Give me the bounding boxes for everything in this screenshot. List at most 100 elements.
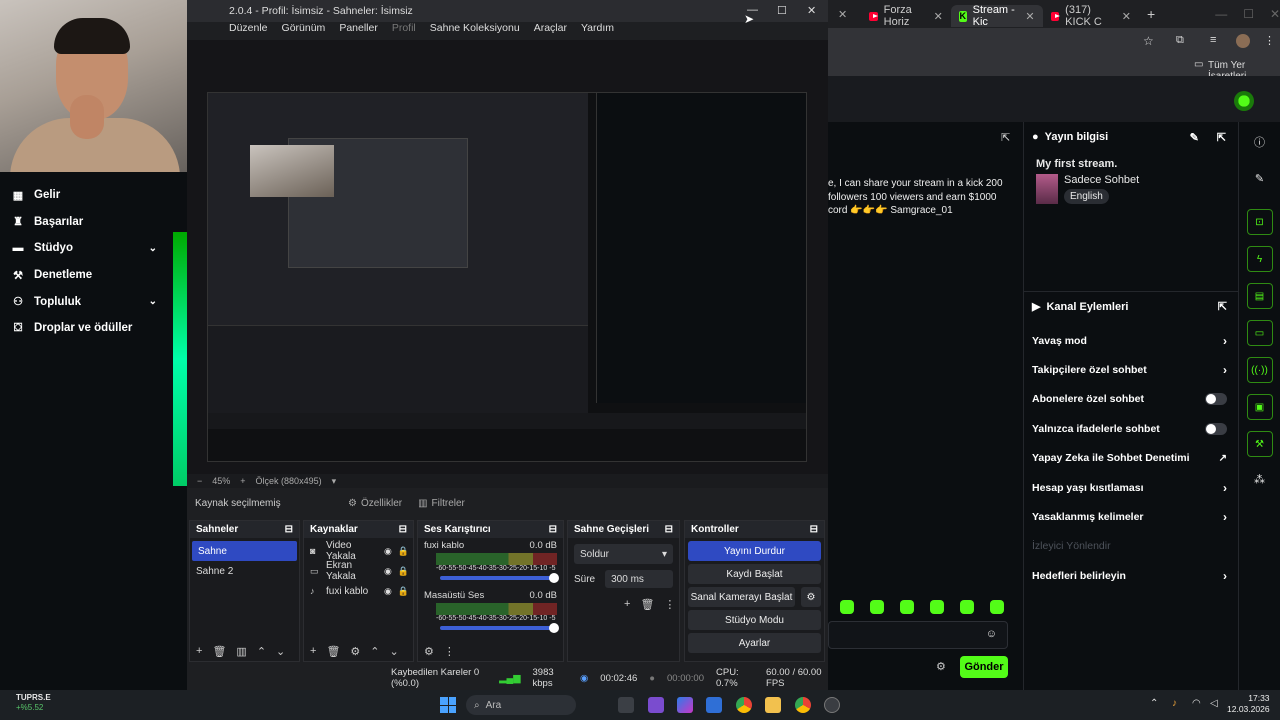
move-up-icon[interactable]: ⌃	[257, 645, 266, 658]
emoji-icon[interactable]: ☺	[986, 628, 997, 640]
close-icon[interactable]: ✕	[934, 10, 943, 23]
start-virtual-camera-button[interactable]: Sanal Kamerayı Başlat	[688, 587, 795, 607]
emote-icon[interactable]	[930, 600, 944, 614]
mod-tool-document-icon[interactable]: ▤	[1246, 283, 1273, 309]
emote-icon[interactable]	[960, 600, 974, 614]
extensions-icon[interactable]: ⧉	[1176, 34, 1184, 47]
tab-stream-kick[interactable]: K Stream - Kic ✕	[950, 4, 1043, 28]
menu-view[interactable]: Görünüm	[282, 22, 326, 40]
taskbar-clock[interactable]: 17:33 12.03.2026	[1227, 693, 1270, 715]
sidebar-item-moderation[interactable]: ⚒ Denetleme	[0, 262, 173, 289]
trash-icon[interactable]: 🗑	[326, 645, 340, 658]
chat-input[interactable]: ☺	[828, 621, 1008, 649]
action-account-age[interactable]: Hesap yaşı kısıtlaması ›	[1024, 473, 1239, 502]
action-set-goals[interactable]: Hedefleri belirleyin ›	[1024, 561, 1239, 590]
transition-select[interactable]: Soldur ▾	[574, 544, 673, 564]
zoom-out-icon[interactable]: −	[197, 476, 202, 486]
move-down-icon[interactable]: ⌄	[276, 645, 285, 658]
menu-profile[interactable]: Profil	[392, 22, 416, 40]
close-icon[interactable]: ✕	[807, 4, 816, 17]
app-icon[interactable]	[648, 697, 664, 713]
windows-start-icon[interactable]	[440, 697, 456, 713]
bookmark-star-icon[interactable]: ☆	[1143, 34, 1154, 48]
subscribers-only-toggle[interactable]	[1205, 393, 1227, 406]
menu-docks[interactable]: Paneller	[339, 22, 378, 40]
sidebar-item-studio[interactable]: ▬ Stüdyo ⌄	[0, 235, 173, 262]
tray-expand-icon[interactable]: ⌃	[1150, 698, 1158, 709]
trash-icon[interactable]: 🗑	[212, 645, 226, 658]
dock-float-icon[interactable]: ⊟	[810, 524, 818, 535]
copilot-icon[interactable]	[677, 697, 693, 713]
obs-preview[interactable]	[187, 40, 828, 474]
eye-icon[interactable]: ◉	[384, 546, 392, 557]
microphone-icon[interactable]: ♪	[1172, 698, 1177, 709]
tab-kick-youtube[interactable]: (317) KICK C ✕	[1043, 4, 1139, 28]
virtual-camera-settings-gear-icon[interactable]: ⚙	[801, 587, 821, 607]
add-icon[interactable]: +	[310, 645, 316, 657]
action-slow-mode[interactable]: Yavaş mod ›	[1024, 326, 1239, 355]
emote-icon[interactable]	[870, 600, 884, 614]
tab-forza[interactable]: Forza Horiz ✕	[861, 4, 951, 28]
media-icon[interactable]: ≡	[1210, 34, 1216, 46]
studio-mode-button[interactable]: Stüdyo Modu	[688, 610, 821, 630]
start-recording-button[interactable]: Kaydı Başlat	[688, 564, 821, 584]
scene-item[interactable]: Sahne 2	[190, 561, 299, 581]
lock-icon[interactable]: 🔒	[398, 546, 409, 557]
dock-float-icon[interactable]: ⊟	[549, 524, 557, 535]
chat-settings-gear-icon[interactable]: ⚙	[936, 660, 946, 673]
chrome-icon[interactable]	[736, 697, 752, 713]
wifi-icon[interactable]: ◠	[1192, 698, 1201, 709]
scene-item[interactable]: Sahne	[192, 541, 297, 561]
mod-tool-wrench-icon[interactable]: ⚒	[1246, 431, 1273, 457]
add-icon[interactable]: +	[196, 645, 202, 657]
volume-icon[interactable]: ◁	[1210, 698, 1218, 709]
add-icon[interactable]: +	[624, 598, 630, 611]
menu-scene-collection[interactable]: Sahne Koleksiyonu	[430, 22, 520, 40]
popout-icon[interactable]: ⇱	[1217, 131, 1226, 144]
menu-icon[interactable]: ⋮	[1264, 34, 1275, 47]
dock-float-icon[interactable]: ⊟	[665, 524, 673, 535]
move-down-icon[interactable]: ⌄	[390, 645, 399, 658]
minimize-icon[interactable]: —	[1215, 7, 1227, 21]
mod-tool-crop-icon[interactable]: ⊡	[1246, 209, 1273, 235]
action-followers-only[interactable]: Takipçilere özel sohbet ›	[1024, 355, 1239, 384]
taskbar-search[interactable]: ⌕ Ara	[466, 695, 576, 715]
trash-icon[interactable]: 🗑	[640, 598, 654, 611]
gear-icon[interactable]: ⚙	[350, 645, 360, 658]
emote-icon[interactable]	[990, 600, 1004, 614]
action-ai-moderation[interactable]: Yapay Zeka ile Sohbet Denetimi ↗	[1024, 444, 1239, 473]
maximize-icon[interactable]: ☐	[1243, 7, 1254, 21]
mod-tool-card-icon[interactable]: ▣	[1246, 394, 1273, 420]
menu-dots-icon[interactable]: ⋮	[444, 645, 455, 658]
volume-slider[interactable]	[440, 623, 559, 633]
zoom-in-icon[interactable]: +	[240, 476, 245, 486]
close-icon[interactable]: ✕	[1122, 10, 1131, 23]
move-up-icon[interactable]: ⌃	[370, 645, 379, 658]
mod-tool-chat-icon[interactable]: ▭	[1246, 320, 1273, 346]
close-icon[interactable]: ✕	[1025, 10, 1034, 23]
source-item[interactable]: ♪ fuxi kablo ◉ 🔒	[304, 581, 413, 601]
stop-stream-button[interactable]: Yayını Durdur	[688, 541, 821, 561]
sidebar-item-community[interactable]: ⚇ Topluluk ⌄	[0, 288, 173, 315]
source-item[interactable]: ◙ Video Yakala ◉ 🔒	[304, 540, 413, 562]
send-button[interactable]: Gönder	[960, 656, 1008, 678]
dock-float-icon[interactable]: ⊟	[285, 524, 293, 535]
source-item[interactable]: ▭ Ekran Yakala ◉ 🔒	[304, 560, 413, 582]
new-tab-button[interactable]: +	[1147, 6, 1155, 22]
emote-icon[interactable]	[840, 600, 854, 614]
tab-close-icon[interactable]: ✕	[838, 8, 847, 21]
filter-icon[interactable]: ▥	[236, 645, 246, 658]
sidebar-item-drops[interactable]: ⛋ Droplar ve ödüller	[0, 315, 173, 342]
advanced-audio-icon[interactable]: ⚙	[424, 645, 434, 658]
emote-icon[interactable]	[900, 600, 914, 614]
stock-widget[interactable]: TUPRS.E +%5.52	[16, 693, 51, 713]
maximize-icon[interactable]: ☐	[777, 4, 787, 17]
settings-button[interactable]: Ayarlar	[688, 633, 821, 653]
edit-icon[interactable]: ✎	[1190, 131, 1199, 144]
pencil-icon[interactable]: ✎	[1239, 172, 1280, 185]
properties-button[interactable]: ⚙ Özellikler	[340, 493, 410, 513]
menu-help[interactable]: Yardım	[581, 22, 614, 40]
filters-button[interactable]: ▥ Filtreler	[410, 493, 473, 513]
chrome-profile-icon[interactable]	[795, 697, 811, 713]
address-bar[interactable]: ☆ ⧉ ≡ ⋮	[828, 28, 1280, 56]
